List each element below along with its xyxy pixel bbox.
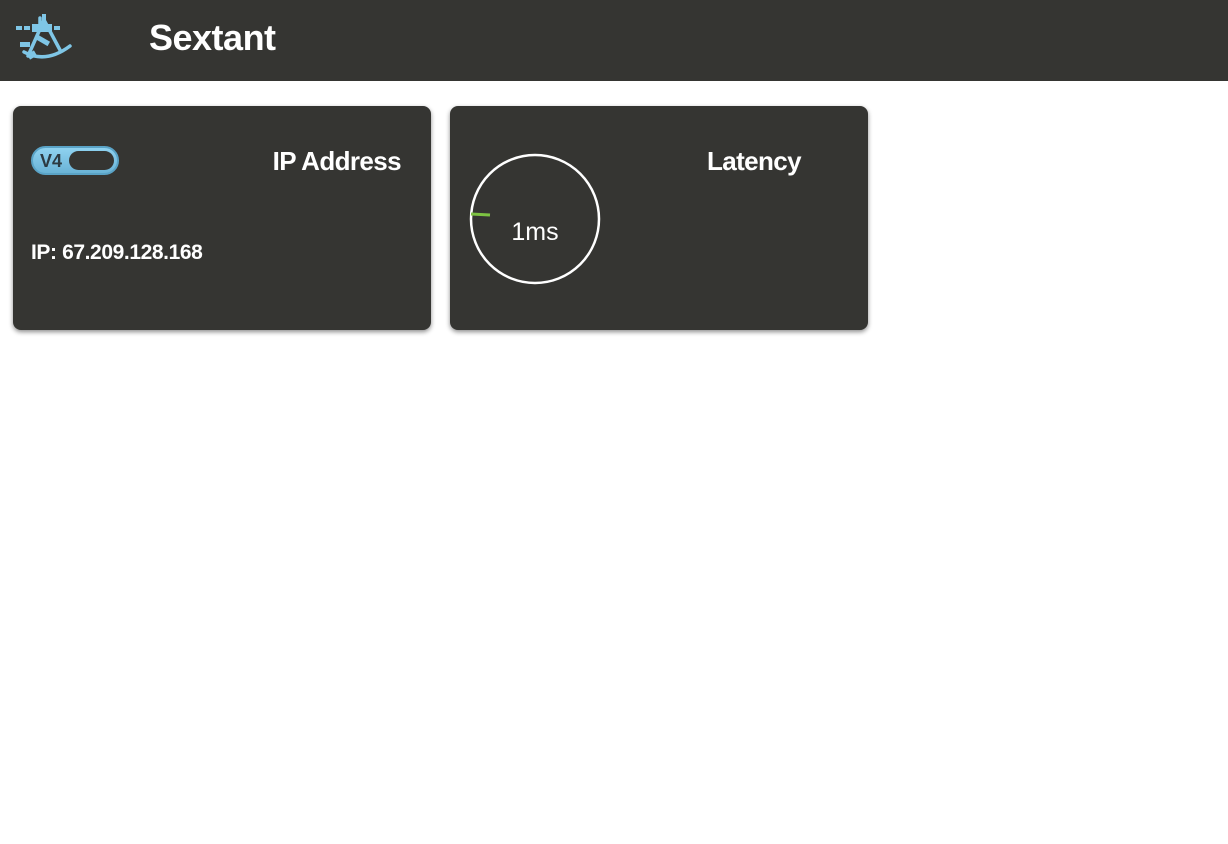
ip-address-value: IP: 67.209.128.168 <box>31 241 203 264</box>
ip-version-toggle[interactable]: V4 <box>31 146 119 175</box>
app-title: Sextant <box>149 17 276 58</box>
latency-card: 1ms Latency <box>450 106 868 330</box>
latency-card-title: Latency <box>706 146 802 176</box>
ip-card-title: IP Address <box>272 146 402 176</box>
gauge-needle <box>470 212 491 217</box>
sextant-icon <box>16 14 72 60</box>
latency-value: 1ms <box>511 218 559 246</box>
toggle-track <box>69 151 114 170</box>
top-bar: Sextant <box>0 0 1228 81</box>
ip-address-card: V4 IP Address IP: 67.209.128.168 <box>13 106 431 330</box>
ip-version-label: V4 <box>40 151 63 171</box>
